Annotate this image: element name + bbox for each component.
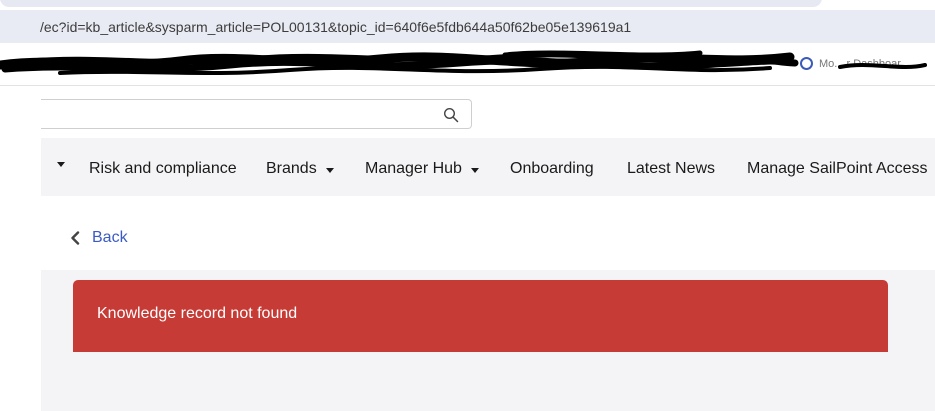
address-bar[interactable]: /ec?id=kb_article&sysparm_article=POL001… <box>0 10 935 43</box>
url-text[interactable]: /ec?id=kb_article&sysparm_article=POL001… <box>40 19 631 35</box>
nav-item-onboarding[interactable]: Onboarding <box>510 160 594 178</box>
nav-item-label: Onboarding <box>510 160 594 177</box>
back-label: Back <box>92 229 128 246</box>
caret-down-icon <box>325 167 334 173</box>
nav-item-menu[interactable] <box>48 160 65 167</box>
search-input[interactable] <box>41 100 441 130</box>
search-icon[interactable] <box>443 107 459 123</box>
nav-item-brands[interactable]: Brands <box>266 160 334 178</box>
nav-item-label: Risk and compliance <box>89 160 237 177</box>
alert-message: Knowledge record not found <box>97 305 298 322</box>
nav-item-manage-sailpoint-access[interactable]: Manage SailPoint Access <box>747 160 928 178</box>
bookmark-label: Mo... r Dashboar... <box>819 57 910 70</box>
nav-item-label: Latest News <box>627 160 716 177</box>
nav-item-latest-news[interactable]: Latest News <box>627 160 715 178</box>
main-nav: Risk and compliance Brands Manager Hub O… <box>41 138 935 196</box>
bookmark-item[interactable]: Mo... r Dashboar... <box>800 57 909 70</box>
error-alert: Knowledge record not found <box>73 280 888 352</box>
bookmarks-bar: Mo... r Dashboar... <box>0 43 935 86</box>
chevron-left-icon <box>71 231 80 245</box>
nav-item-risk-and-compliance[interactable]: Risk and compliance <box>89 160 237 178</box>
tab-strip <box>0 0 935 10</box>
nav-item-label: Manager Hub <box>365 160 462 177</box>
header: Risk and compliance Brands Manager Hub O… <box>41 86 935 196</box>
active-tab-edge[interactable] <box>0 0 822 7</box>
nav-item-label: Brands <box>266 160 317 177</box>
nav-item-label: Manage SailPoint Access <box>747 160 928 177</box>
bookmark-favicon-icon <box>800 57 813 70</box>
back-bar: Back <box>41 196 935 270</box>
caret-down-icon <box>57 162 65 167</box>
back-link[interactable]: Back <box>70 229 128 247</box>
search-box[interactable] <box>41 99 472 130</box>
caret-down-icon <box>470 167 479 173</box>
page: Risk and compliance Brands Manager Hub O… <box>41 86 935 411</box>
nav-item-manager-hub[interactable]: Manager Hub <box>365 160 479 178</box>
